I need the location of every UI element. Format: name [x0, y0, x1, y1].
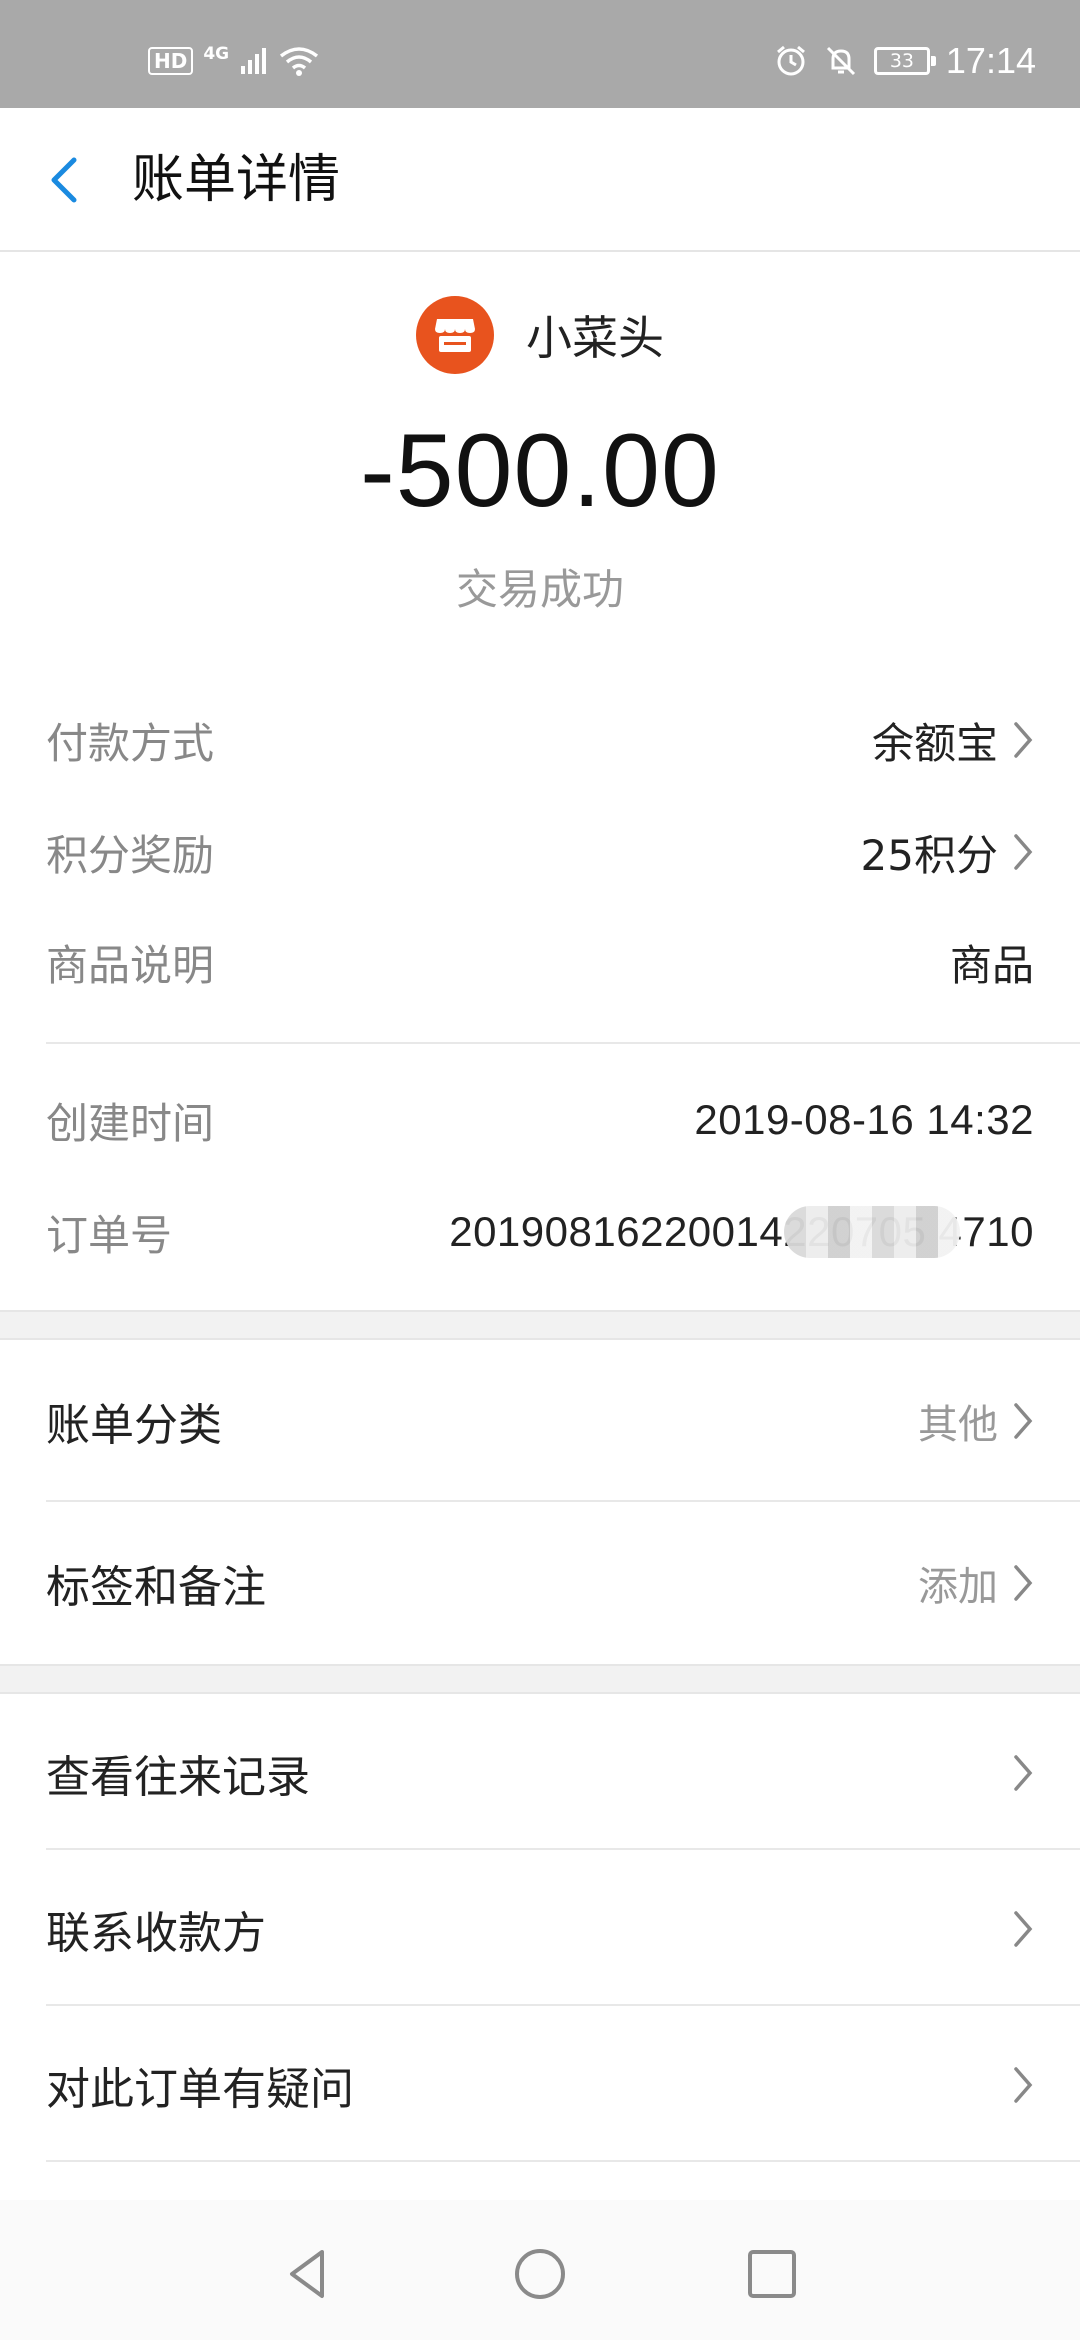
chevron-right-icon	[1014, 1403, 1033, 1439]
created-time-value: 2019-08-16 14:32	[694, 1096, 1034, 1143]
nav-home-icon[interactable]	[510, 2244, 570, 2304]
redaction-mask	[784, 1206, 960, 1258]
divider	[46, 1500, 1080, 1502]
order-number-label: 订单号	[46, 1210, 173, 1260]
points-reward-label: 积分奖励	[46, 830, 215, 880]
product-description-label: 商品说明	[46, 940, 215, 990]
mute-icon	[826, 46, 855, 76]
view-records-row[interactable]: 查看往来记录	[46, 1738, 1034, 1808]
points-reward-row[interactable]: 积分奖励 25积分	[46, 822, 1034, 882]
contact-payee-row[interactable]: 联系收款方	[46, 1894, 1034, 1964]
network-type: 4G	[203, 44, 230, 64]
tags-notes-row[interactable]: 标签和备注 添加	[46, 1548, 1034, 1618]
payment-method-row[interactable]: 付款方式 余额宝	[46, 710, 1034, 770]
system-nav-bar	[0, 2200, 1080, 2340]
divider	[46, 2004, 1080, 2006]
created-time-row: 创建时间 2019-08-16 14:32	[46, 1090, 1034, 1150]
product-description-row: 商品说明 商品	[46, 932, 1034, 992]
battery-icon: 33	[873, 47, 936, 75]
order-question-row[interactable]: 对此订单有疑问	[46, 2050, 1034, 2120]
divider	[46, 1042, 1080, 1044]
hd-badge: HD	[148, 47, 194, 75]
back-arrow-icon[interactable]	[44, 154, 88, 206]
nav-bar: 账单详情	[0, 108, 1080, 252]
bill-category-value: 其他	[918, 1402, 998, 1448]
view-records-label: 查看往来记录	[46, 1752, 310, 1803]
wifi-icon	[280, 47, 319, 76]
page-title: 账单详情	[132, 150, 341, 210]
section-separator	[0, 1310, 1080, 1340]
nav-back-icon[interactable]	[278, 2244, 338, 2304]
status-left: HD 4G	[148, 44, 319, 76]
store-icon	[416, 296, 494, 374]
tags-notes-value: 添加	[918, 1564, 998, 1610]
chevron-right-icon	[1014, 1565, 1033, 1601]
transaction-amount: -500.00	[360, 413, 720, 529]
payment-method-value: 余额宝	[871, 718, 998, 768]
created-time-label: 创建时间	[46, 1098, 215, 1148]
contact-payee-label: 联系收款方	[46, 1908, 266, 1959]
chevron-right-icon	[1014, 834, 1033, 870]
payment-method-label: 付款方式	[46, 718, 215, 768]
status-bar: HD 4G 33 17:14	[0, 0, 1080, 108]
divider	[46, 1848, 1080, 1850]
merchant-header: 小菜头	[0, 296, 1080, 374]
bill-category-row[interactable]: 账单分类 其他	[46, 1386, 1034, 1456]
chevron-right-icon	[1014, 722, 1033, 758]
nav-recents-icon[interactable]	[742, 2244, 802, 2304]
clock: 17:14	[945, 40, 1036, 81]
points-reward-value: 25积分	[860, 830, 998, 880]
section-separator	[0, 1664, 1080, 1694]
signal-icon	[241, 48, 267, 74]
chevron-right-icon	[1014, 2067, 1033, 2103]
chevron-right-icon	[1014, 1755, 1033, 1791]
order-question-label: 对此订单有疑问	[46, 2064, 354, 2115]
alarm-icon	[776, 45, 805, 76]
product-description-value: 商品	[949, 940, 1034, 990]
bill-category-label: 账单分类	[46, 1400, 222, 1451]
tags-notes-label: 标签和备注	[46, 1562, 266, 1613]
divider	[46, 2160, 1080, 2162]
merchant-name: 小菜头	[526, 311, 664, 365]
transaction-status: 交易成功	[455, 565, 624, 614]
status-right: 33 17:14	[774, 40, 1036, 82]
chevron-right-icon	[1014, 1911, 1033, 1947]
